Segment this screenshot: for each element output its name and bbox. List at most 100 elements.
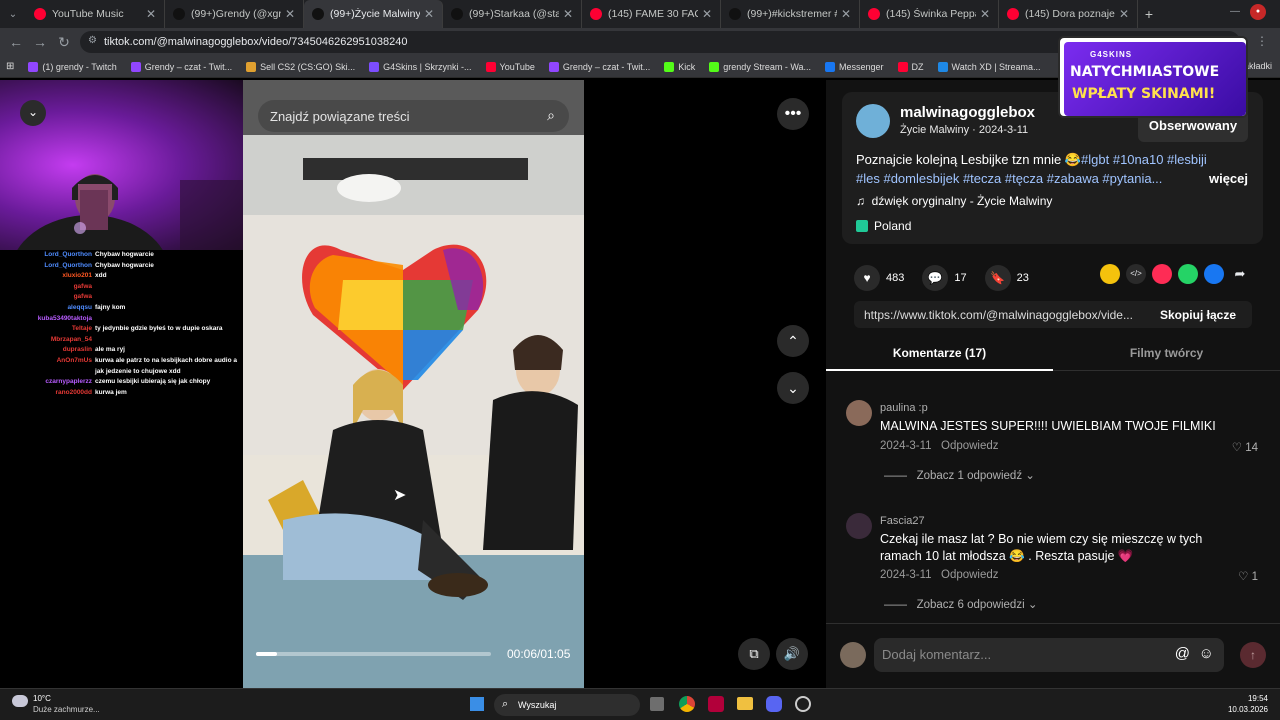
bookmark-item[interactable]: (1) grendy - Twitch [28, 61, 117, 72]
mention-icon[interactable]: @ [1175, 645, 1190, 662]
bookmark-icon[interactable]: 🔖 [984, 265, 1011, 291]
more-options-button[interactable]: ••• [777, 98, 809, 130]
next-video-button[interactable]: ⌄ [777, 372, 809, 404]
emoji-icon[interactable]: ☺ [1199, 645, 1214, 662]
back-icon[interactable]: ← [4, 34, 28, 50]
comment-avatar[interactable] [846, 513, 872, 539]
comment-reply-button[interactable]: Odpowiedz [941, 569, 999, 581]
start-icon[interactable] [470, 697, 484, 711]
comment-reply-button[interactable]: Odpowiedz [941, 440, 999, 452]
view-replies-button[interactable]: —— Zobacz 1 odpowiedź ⌄ [884, 468, 1035, 482]
tab-close-icon[interactable]: ✕ [146, 7, 156, 21]
sound-row[interactable]: ♫ dźwięk oryginalny - Życie Malwiny [856, 194, 1052, 208]
site-info-icon[interactable]: ⚙ [88, 35, 97, 46]
mini-player-button[interactable]: ⧉ [738, 638, 770, 670]
browser-tab[interactable]: (99+)#kickstremer #kick ✕ [721, 0, 860, 28]
more-link[interactable]: więcej [1209, 169, 1248, 188]
bookmark-item[interactable]: Watch XD | Streama... [937, 61, 1041, 72]
copy-link-button[interactable]: Skopiuj łącze [1160, 308, 1236, 322]
task-view-icon[interactable] [650, 697, 664, 711]
repost-icon[interactable] [1100, 264, 1120, 284]
send-comment-button[interactable]: ↑ [1240, 642, 1266, 668]
chat-username: gafwa [73, 293, 92, 301]
bookmark-item[interactable]: YouTube [485, 61, 535, 72]
hashtags-line1[interactable]: #lgbt #10na10 #lesbiji [1081, 152, 1207, 167]
streamer-webcam: ⌄ [0, 80, 243, 250]
tab-close-icon[interactable]: ✕ [285, 7, 295, 21]
tab-comments[interactable]: Komentarze (17) [826, 340, 1053, 371]
bookmark-item[interactable]: Grendy – czat - Twit... [130, 61, 232, 72]
collapse-chevron-icon[interactable]: ⌄ [20, 100, 46, 126]
bookmark-item[interactable]: Kick [664, 61, 695, 72]
steam-taskbar-icon[interactable] [795, 696, 811, 712]
stream-chat: Lord_Quorthon Chybaw hogwarcie Lord_Quorth… [0, 250, 243, 410]
bookmark-item[interactable]: Messenger [825, 61, 884, 72]
comment-username[interactable]: paulina :p [880, 402, 928, 414]
tab-search-icon[interactable]: ⌄ [0, 9, 26, 20]
bookmark-favicon-icon [369, 61, 380, 72]
browser-tab[interactable]: YouTube Music ✕ [26, 0, 165, 28]
comment-input[interactable]: Dodaj komentarz... @ ☺ [874, 638, 1224, 672]
chat-username: Lord_Quorthon [44, 251, 92, 258]
address-url: tiktok.com/@malwinagogglebox/video/73450… [104, 36, 408, 48]
apps-icon[interactable]: ⊞ [6, 61, 14, 72]
send-icon[interactable] [1152, 264, 1172, 284]
embed-icon[interactable]: </> [1126, 264, 1146, 284]
app-taskbar-icon[interactable] [708, 696, 724, 712]
bookmark-item[interactable]: Sell CS2 (CS:GO) Ski... [246, 61, 355, 72]
browser-tab[interactable]: (99+)Życie Malwiny (@ ✕ [304, 0, 443, 28]
taskbar-search[interactable]: ⌕ Wyszukaj [494, 694, 640, 716]
bookmark-item[interactable]: G4Skins | Skrzynki -... [369, 61, 472, 72]
browser-tab[interactable]: (99+)Starkaa (@starkaaa ✕ [443, 0, 582, 28]
tab-close-icon[interactable]: ✕ [563, 7, 573, 21]
like-icon[interactable]: ♥ [854, 265, 880, 291]
g4skins-ad[interactable]: G4SKINS NATYCHMIASTOWE WPŁATY SKINAMI! [1058, 36, 1248, 118]
new-tab-button[interactable]: + [1138, 6, 1160, 22]
browser-tab[interactable]: (145) FAME 30 FACE2FACE ✕ [582, 0, 721, 28]
explorer-taskbar-icon[interactable] [737, 697, 753, 710]
search-icon[interactable]: ⌕ [547, 107, 555, 124]
comment-username[interactable]: Fascia27 [880, 515, 925, 527]
menu-icon[interactable]: ⋮ [1256, 34, 1268, 48]
location-row[interactable]: Poland [856, 219, 911, 233]
whatsapp-icon[interactable] [1178, 264, 1198, 284]
volume-button[interactable]: 🔊 [776, 638, 808, 670]
browser-tab[interactable]: (145) Świnka Peppa | Śnie ✕ [860, 0, 999, 28]
tab-close-icon[interactable]: ✕ [841, 7, 851, 21]
creator-avatar[interactable] [856, 104, 890, 138]
comment-likes[interactable]: ♡ 1 [1238, 569, 1258, 583]
browser-tab[interactable]: (99+)Grendy (@xgrendy) ✕ [165, 0, 304, 28]
comment-date: 2024-3-11 [880, 569, 932, 581]
tab-close-icon[interactable]: ✕ [424, 7, 434, 21]
previous-video-button[interactable]: ⌃ [777, 325, 809, 357]
chrome-taskbar-icon[interactable] [679, 696, 695, 712]
description-text: Poznajcie kolejną Lesbijke tzn mnie 😂 [856, 152, 1082, 167]
profile-avatar[interactable]: ● [1250, 4, 1266, 20]
tab-close-icon[interactable]: ✕ [702, 7, 712, 21]
forward-icon[interactable]: → [28, 34, 52, 50]
bookmark-item[interactable]: Grendy – czat - Twit... [548, 61, 650, 72]
minimize-button[interactable]: — [1230, 6, 1240, 17]
discord-taskbar-icon[interactable] [766, 696, 782, 712]
comment-likes[interactable]: ♡ 14 [1232, 440, 1258, 454]
browser-tab[interactable]: (145) Dora poznaje świat ✕ [999, 0, 1138, 28]
share-arrow-icon[interactable]: ➦ [1230, 264, 1250, 284]
tab-creator-videos[interactable]: Filmy twórcy [1053, 340, 1280, 371]
creator-username[interactable]: malwinagogglebox [900, 104, 1035, 121]
hashtags-line2[interactable]: #les #domlesbijek #tecza #tęcza #zabawa … [856, 171, 1162, 186]
related-search-input[interactable]: Znajdź powiązane treści ⌕ [258, 100, 569, 132]
tab-close-icon[interactable]: ✕ [980, 7, 990, 21]
comment-icon[interactable]: 💬 [922, 265, 949, 291]
bookmark-item[interactable]: DZ [897, 61, 924, 72]
weather-icon[interactable] [12, 695, 28, 707]
facebook-icon[interactable] [1204, 264, 1224, 284]
tab-title: (99+)Życie Malwiny (@ [330, 8, 420, 20]
comment-avatar[interactable] [846, 400, 872, 426]
view-replies-button[interactable]: —— Zobacz 6 odpowiedzi ⌄ [884, 597, 1037, 611]
video-player[interactable]: Znajdź powiązane treści ⌕ 00:06/01:05 ➤ [243, 80, 584, 688]
bookmark-item[interactable]: grendy Stream - Wa... [709, 61, 811, 72]
share-url[interactable]: https://www.tiktok.com/@malwinagogglebox… [864, 308, 1133, 322]
tab-close-icon[interactable]: ✕ [1119, 7, 1129, 21]
reload-icon[interactable]: ↻ [52, 34, 76, 51]
video-progress-track[interactable] [256, 652, 491, 656]
